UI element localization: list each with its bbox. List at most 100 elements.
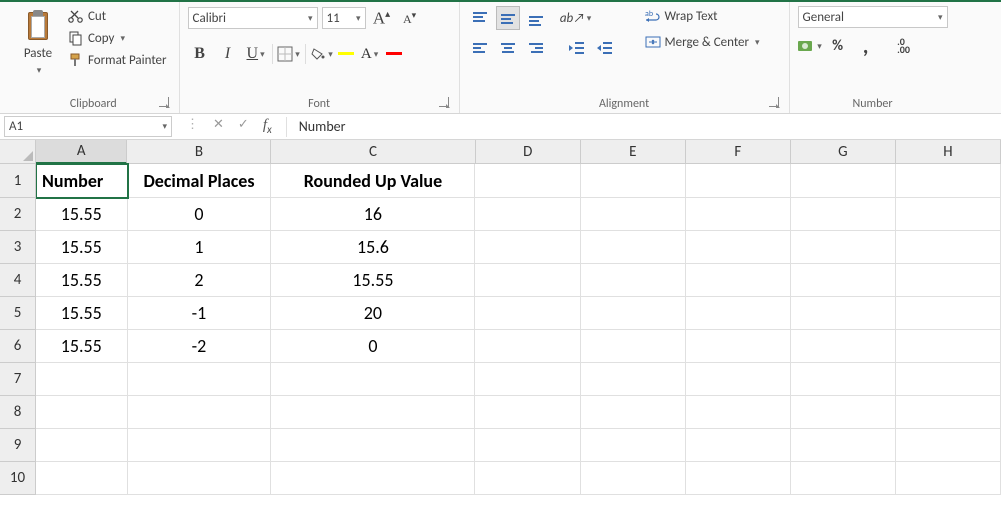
- cell-C1[interactable]: Rounded Up Value: [271, 164, 475, 198]
- cell-E6[interactable]: [581, 330, 686, 363]
- cell-B4[interactable]: 2: [128, 264, 272, 297]
- cell-G6[interactable]: [791, 330, 896, 363]
- underline-button[interactable]: U▾: [244, 42, 268, 66]
- cell-F9[interactable]: [686, 429, 791, 462]
- decrease-indent-button[interactable]: [564, 36, 588, 60]
- cell-A4[interactable]: 15.55: [36, 264, 128, 297]
- cell-D9[interactable]: [475, 429, 580, 462]
- cell-C9[interactable]: [271, 429, 475, 462]
- bold-button[interactable]: B: [188, 42, 212, 66]
- row-header-8[interactable]: 8: [0, 396, 36, 429]
- cell-H7[interactable]: [896, 363, 1001, 396]
- cell-D3[interactable]: [475, 231, 580, 264]
- orientation-button[interactable]: ab↗▾: [564, 6, 588, 30]
- cell-B3[interactable]: 1: [128, 231, 272, 264]
- dialog-launcher-icon[interactable]: [159, 97, 169, 107]
- cell-G4[interactable]: [791, 264, 896, 297]
- cell-F10[interactable]: [686, 462, 791, 495]
- cell-C3[interactable]: 15.6: [271, 231, 475, 264]
- cell-A6[interactable]: 15.55: [36, 330, 128, 363]
- cell-C7[interactable]: [271, 363, 475, 396]
- dialog-launcher-icon[interactable]: [439, 97, 449, 107]
- cell-A1[interactable]: Number: [36, 164, 128, 198]
- font-size-select[interactable]: 11 ▾: [322, 7, 366, 29]
- align-center-button[interactable]: [496, 36, 520, 60]
- align-middle-button[interactable]: [496, 6, 520, 30]
- cell-A2[interactable]: 15.55: [36, 198, 128, 231]
- cell-D8[interactable]: [475, 396, 580, 429]
- cell-F7[interactable]: [686, 363, 791, 396]
- cell-E8[interactable]: [581, 396, 686, 429]
- column-header-B[interactable]: B: [127, 140, 271, 164]
- cell-H1[interactable]: [896, 164, 1001, 198]
- cell-C6[interactable]: 0: [271, 330, 475, 363]
- cell-A7[interactable]: [36, 363, 128, 396]
- name-box[interactable]: A1 ▾: [4, 116, 172, 137]
- cell-F3[interactable]: [686, 231, 791, 264]
- accounting-format-button[interactable]: ▾: [798, 34, 822, 58]
- column-header-H[interactable]: H: [896, 140, 1001, 164]
- cell-F5[interactable]: [686, 297, 791, 330]
- cell-B9[interactable]: [128, 429, 272, 462]
- grow-font-button[interactable]: A▴: [370, 6, 394, 30]
- increase-decimal-button[interactable]: .0.00: [892, 34, 916, 58]
- align-right-button[interactable]: [524, 36, 548, 60]
- align-bottom-button[interactable]: [524, 6, 548, 30]
- cell-H10[interactable]: [896, 462, 1001, 495]
- cell-E4[interactable]: [581, 264, 686, 297]
- row-header-10[interactable]: 10: [0, 462, 36, 495]
- cell-H4[interactable]: [896, 264, 1001, 297]
- cell-A5[interactable]: 15.55: [36, 297, 128, 330]
- cell-A10[interactable]: [36, 462, 128, 495]
- cell-B6[interactable]: -2: [128, 330, 272, 363]
- cell-D6[interactable]: [475, 330, 580, 363]
- column-header-F[interactable]: F: [686, 140, 791, 164]
- cell-B1[interactable]: Decimal Places: [128, 164, 272, 198]
- cell-C4[interactable]: 15.55: [271, 264, 475, 297]
- cell-C10[interactable]: [271, 462, 475, 495]
- cell-G10[interactable]: [791, 462, 896, 495]
- cell-B7[interactable]: [128, 363, 272, 396]
- copy-button[interactable]: Copy ▾: [64, 28, 171, 48]
- cell-E1[interactable]: [581, 164, 686, 198]
- cell-G5[interactable]: [791, 297, 896, 330]
- cell-F1[interactable]: [686, 164, 791, 198]
- cell-G1[interactable]: [791, 164, 896, 198]
- enter-icon[interactable]: ✓: [238, 117, 249, 136]
- row-header-9[interactable]: 9: [0, 429, 36, 462]
- row-header-3[interactable]: 3: [0, 231, 36, 264]
- cell-H8[interactable]: [896, 396, 1001, 429]
- row-header-7[interactable]: 7: [0, 363, 36, 396]
- column-header-E[interactable]: E: [581, 140, 686, 164]
- cell-E5[interactable]: [581, 297, 686, 330]
- column-header-A[interactable]: A: [36, 140, 127, 164]
- cell-H3[interactable]: [896, 231, 1001, 264]
- format-painter-button[interactable]: Format Painter: [64, 50, 171, 70]
- formula-input[interactable]: Number: [287, 118, 1001, 135]
- cell-F6[interactable]: [686, 330, 791, 363]
- cell-B2[interactable]: 0: [128, 198, 272, 231]
- cell-F2[interactable]: [686, 198, 791, 231]
- cell-E2[interactable]: [581, 198, 686, 231]
- cell-A3[interactable]: 15.55: [36, 231, 128, 264]
- column-header-D[interactable]: D: [476, 140, 581, 164]
- column-header-C[interactable]: C: [271, 140, 475, 164]
- cell-C2[interactable]: 16: [271, 198, 475, 231]
- select-all-corner[interactable]: [0, 140, 36, 164]
- fx-icon[interactable]: fx: [263, 117, 272, 136]
- comma-format-button[interactable]: ,: [854, 34, 878, 58]
- borders-button[interactable]: ▾: [277, 42, 301, 66]
- wrap-text-button[interactable]: ab Wrap Text: [641, 6, 764, 26]
- cut-button[interactable]: Cut: [64, 6, 171, 26]
- font-name-select[interactable]: Calibri ▾: [188, 7, 318, 29]
- cell-F8[interactable]: [686, 396, 791, 429]
- cell-D4[interactable]: [475, 264, 580, 297]
- row-header-4[interactable]: 4: [0, 264, 36, 297]
- cell-E7[interactable]: [581, 363, 686, 396]
- column-header-G[interactable]: G: [791, 140, 896, 164]
- row-header-6[interactable]: 6: [0, 330, 36, 363]
- cell-A8[interactable]: [36, 396, 128, 429]
- percent-format-button[interactable]: %: [826, 34, 850, 58]
- merge-center-button[interactable]: Merge & Center ▾: [641, 32, 764, 52]
- cell-H5[interactable]: [896, 297, 1001, 330]
